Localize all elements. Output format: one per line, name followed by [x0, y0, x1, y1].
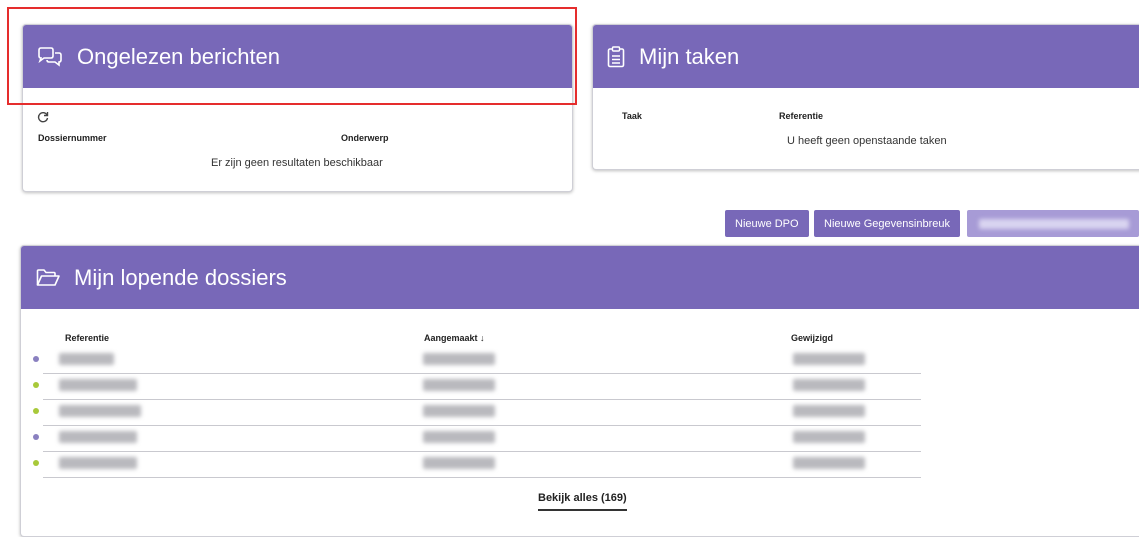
status-dot: [33, 434, 39, 440]
redacted-reference: [59, 431, 137, 443]
redacted-created-date: [423, 353, 495, 365]
chat-bubbles-icon: [37, 46, 63, 67]
redacted-created-date: [423, 431, 495, 443]
view-all-link[interactable]: Bekijk alles (169): [538, 492, 627, 511]
column-header-referentie[interactable]: Referentie: [779, 111, 823, 121]
row-divider: [43, 477, 921, 478]
dossier-row[interactable]: [31, 400, 921, 426]
column-header-taak[interactable]: Taak: [622, 111, 642, 121]
redacted-created-date: [423, 405, 495, 417]
no-tasks-message: U heeft geen openstaande taken: [787, 135, 947, 147]
status-dot: [33, 382, 39, 388]
column-header-referentie[interactable]: Referentie: [65, 333, 109, 343]
refresh-icon[interactable]: [37, 111, 49, 123]
unread-messages-title: Ongelezen berichten: [77, 43, 281, 69]
redacted-modified-date: [793, 457, 865, 469]
redacted-reference: [59, 379, 137, 391]
redacted-reference: [59, 457, 137, 469]
no-results-message: Er zijn geen resultaten beschikbaar: [211, 157, 383, 169]
column-header-gewijzigd[interactable]: Gewijzigd: [791, 333, 833, 343]
clipboard-icon: [607, 45, 625, 68]
folder-open-icon: [36, 268, 60, 287]
redacted-modified-date: [793, 379, 865, 391]
status-dot: [33, 408, 39, 414]
redacted-modified-date: [793, 431, 865, 443]
redacted-reference: [59, 405, 141, 417]
redacted-button[interactable]: [967, 210, 1139, 237]
redacted-created-date: [423, 379, 495, 391]
dossier-row[interactable]: [31, 348, 921, 374]
new-data-breach-button[interactable]: Nieuwe Gegevensinbreuk: [814, 210, 960, 237]
unread-messages-header: Ongelezen berichten: [23, 25, 572, 88]
status-dot: [33, 460, 39, 466]
redacted-reference: [59, 353, 114, 365]
redacted-created-date: [423, 457, 495, 469]
my-tasks-title: Mijn taken: [639, 43, 740, 69]
dossier-row[interactable]: [31, 452, 921, 478]
redacted-modified-date: [793, 405, 865, 417]
column-header-aangemaakt[interactable]: Aangemaakt ↓: [424, 333, 485, 343]
ongoing-dossiers-card: Mijn lopende dossiers Referentie Aangema…: [20, 245, 1139, 537]
new-dpo-button[interactable]: Nieuwe DPO: [725, 210, 809, 237]
column-header-dossiernummer[interactable]: Dossiernummer: [38, 133, 107, 143]
my-tasks-header: Mijn taken: [593, 25, 1139, 88]
ongoing-dossiers-header: Mijn lopende dossiers: [21, 246, 1139, 309]
unread-messages-card: Ongelezen berichten Dossiernummer Onderw…: [22, 24, 573, 192]
ongoing-dossiers-title: Mijn lopende dossiers: [74, 264, 287, 290]
dossier-row[interactable]: [31, 374, 921, 400]
status-dot: [33, 356, 39, 362]
dossier-row[interactable]: [31, 426, 921, 452]
redacted-modified-date: [793, 353, 865, 365]
column-header-onderwerp[interactable]: Onderwerp: [341, 133, 389, 143]
my-tasks-card: Mijn taken Taak Referentie U heeft geen …: [592, 24, 1139, 170]
